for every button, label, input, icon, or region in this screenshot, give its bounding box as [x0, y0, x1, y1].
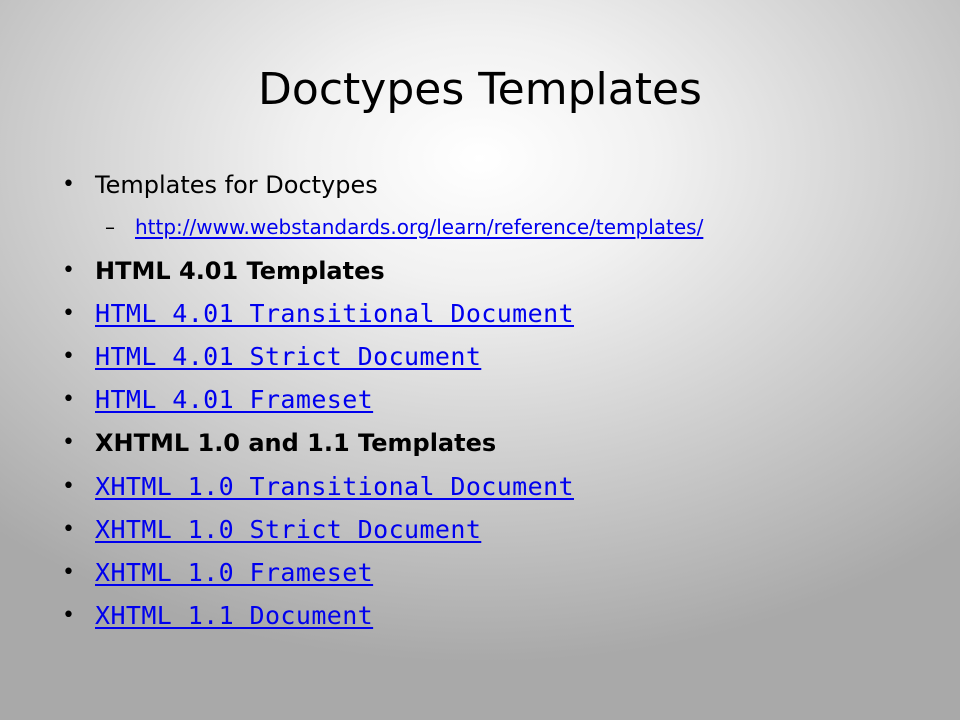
- xhtml11-document-link[interactable]: XHTML 1.1 Document: [95, 601, 373, 630]
- section-heading: HTML 4.01 Templates: [95, 257, 385, 285]
- xhtml10-transitional-link[interactable]: XHTML 1.0 Transitional Document: [95, 472, 574, 501]
- slide-title: Doctypes Templates: [258, 64, 702, 115]
- html401-transitional-link[interactable]: HTML 4.01 Transitional Document: [95, 299, 574, 328]
- bullet-icon: •: [62, 430, 75, 455]
- dash-icon: –: [105, 215, 115, 239]
- bullet-icon: •: [62, 172, 75, 197]
- html401-strict-link[interactable]: HTML 4.01 Strict Document: [95, 342, 481, 371]
- xhtml10-strict-link[interactable]: XHTML 1.0 Strict Document: [95, 515, 481, 544]
- bullet-icon: •: [62, 387, 75, 412]
- bullet-icon: •: [62, 301, 75, 326]
- bullet-icon: •: [62, 474, 75, 499]
- bullet-icon: •: [62, 603, 75, 628]
- list-item-text: Templates for Doctypes: [95, 171, 378, 199]
- bullet-icon: •: [62, 560, 75, 585]
- html401-frameset-link[interactable]: HTML 4.01 Frameset: [95, 385, 373, 414]
- bullet-icon: •: [62, 517, 75, 542]
- bullet-icon: •: [62, 258, 75, 283]
- bullet-icon: •: [62, 344, 75, 369]
- section-heading: XHTML 1.0 and 1.1 Templates: [95, 429, 497, 457]
- xhtml10-frameset-link[interactable]: XHTML 1.0 Frameset: [95, 558, 373, 587]
- templates-reference-link[interactable]: http://www.webstandards.org/learn/refere…: [135, 215, 703, 239]
